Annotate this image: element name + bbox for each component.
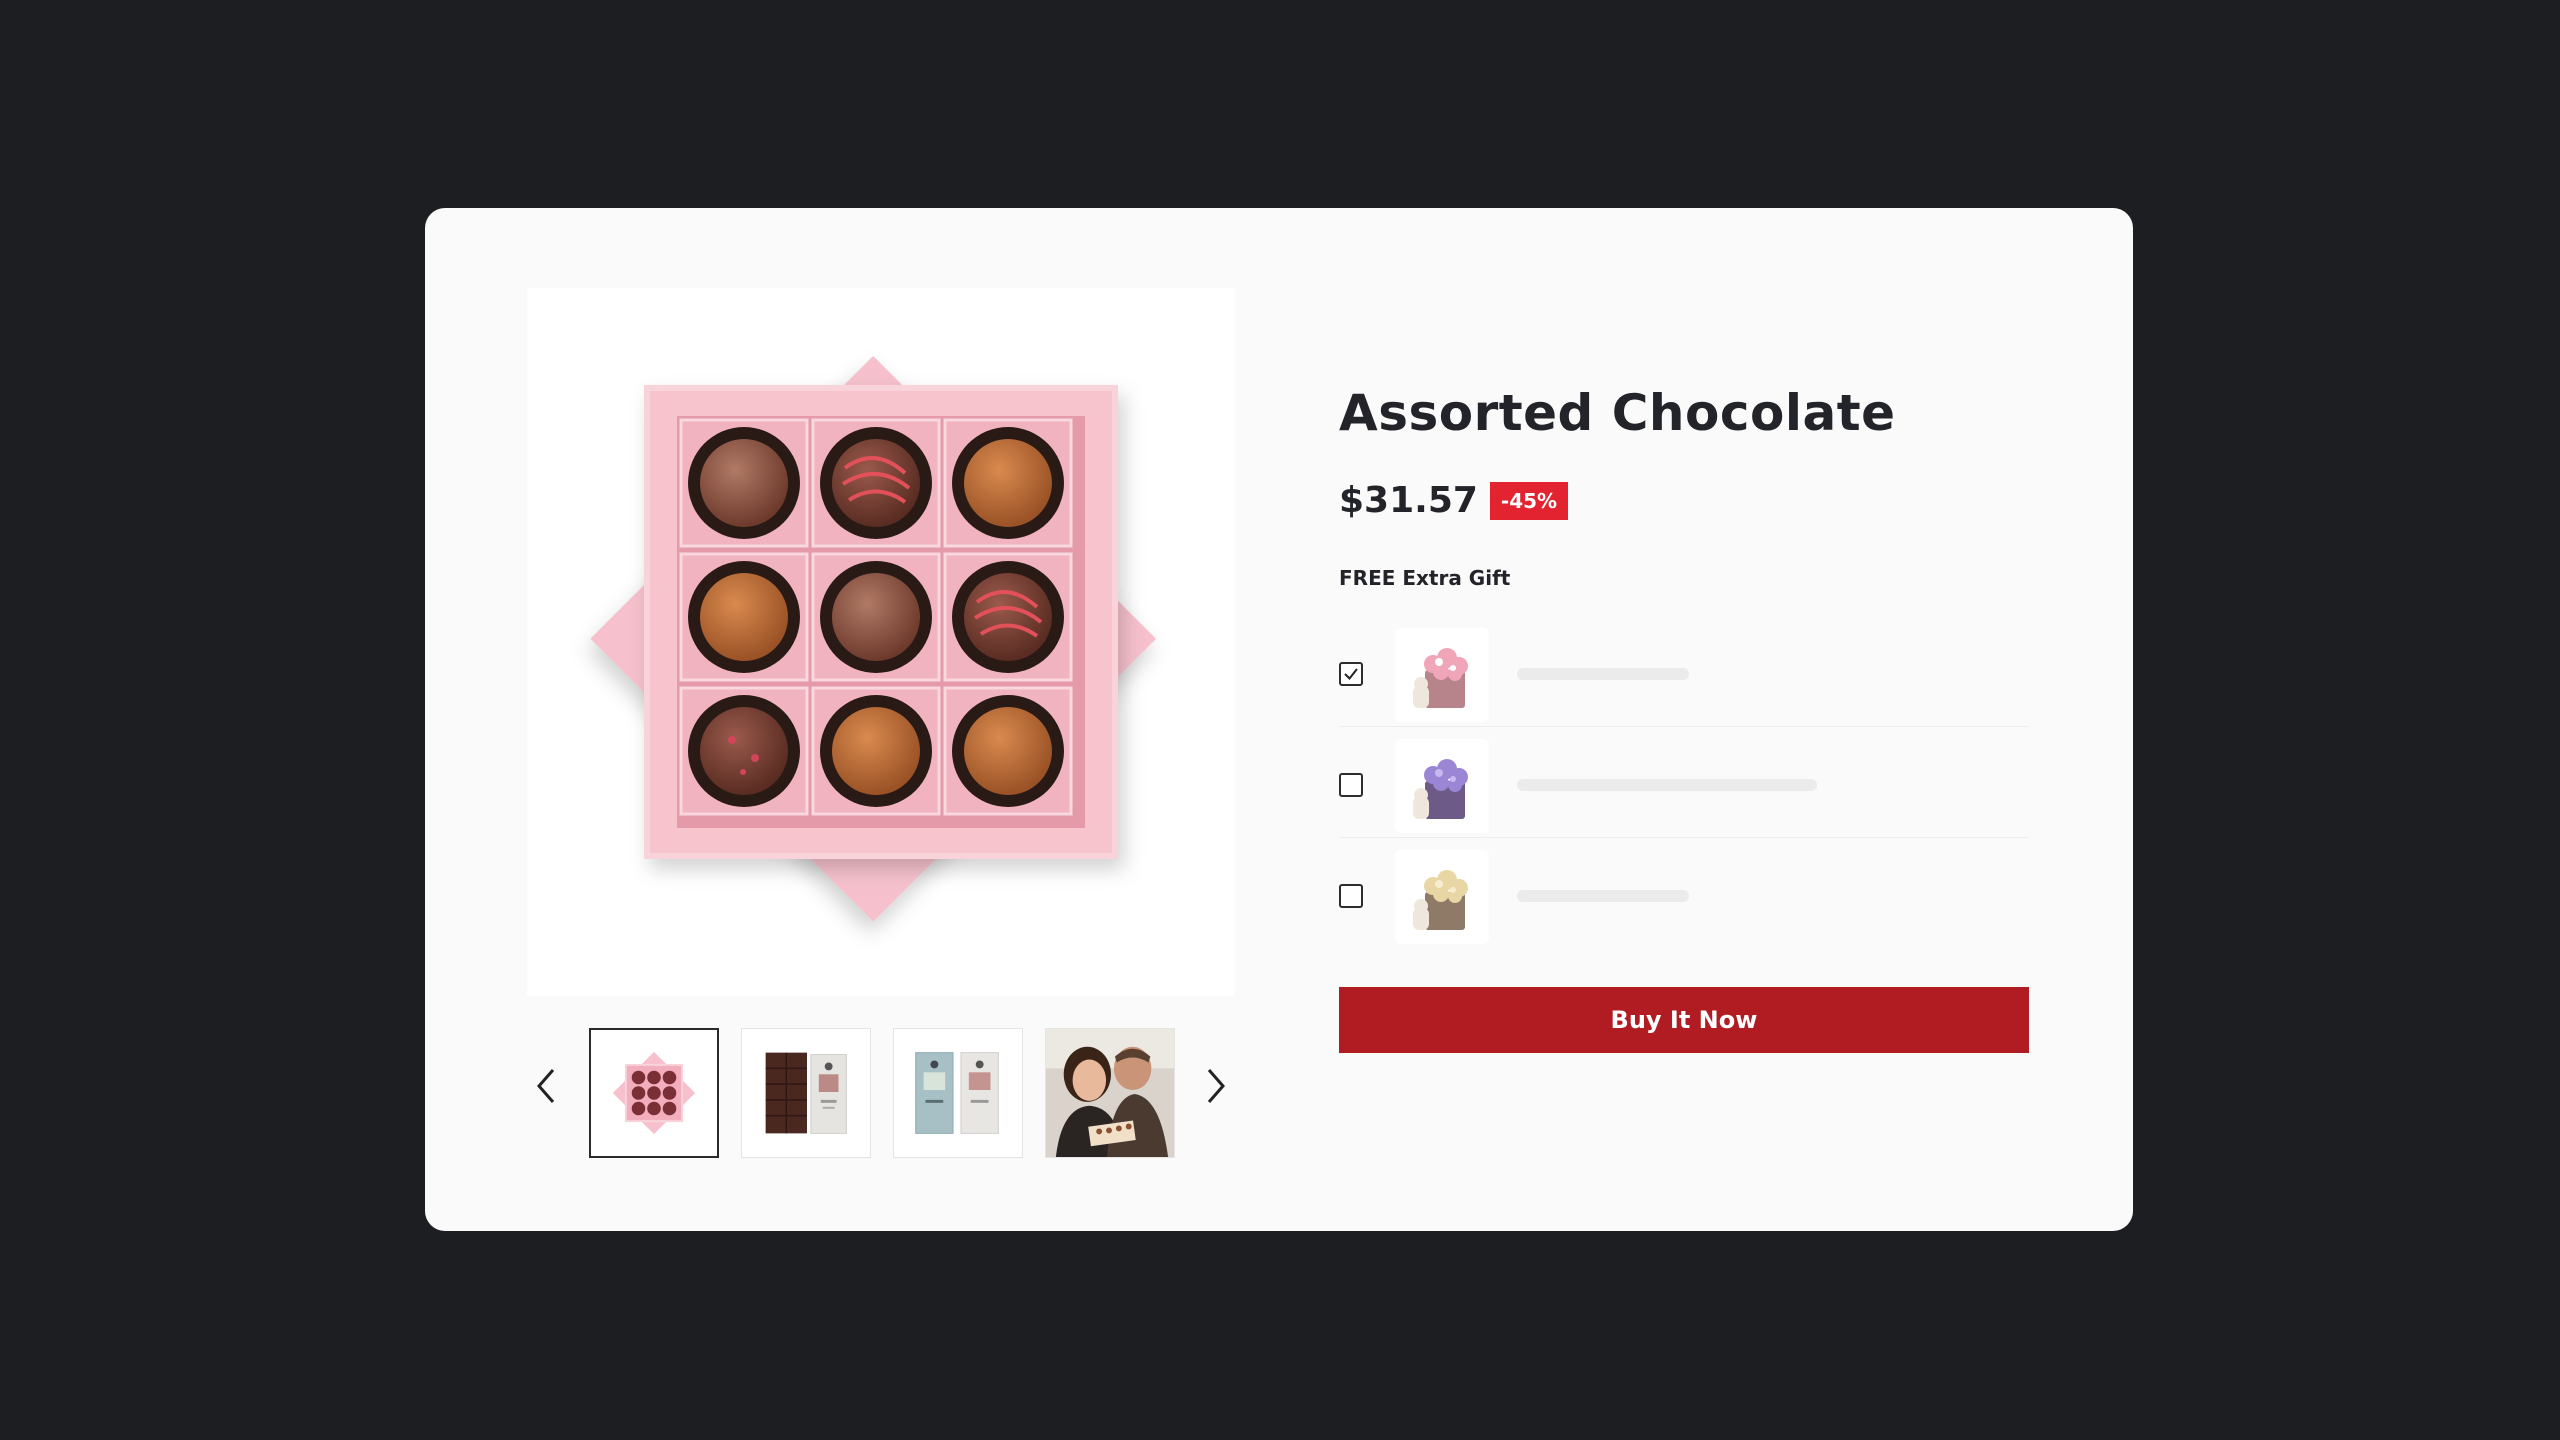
gift-option[interactable] [1339,616,2029,727]
gift-option[interactable] [1339,838,2029,949]
product-price: $31.57 [1339,480,1478,521]
gift-image [1395,739,1489,833]
gift-name-placeholder [1517,779,1817,791]
discount-badge: -45% [1489,481,1569,520]
cream-flower-box-image [1413,870,1468,930]
purple-flower-box-image [1413,759,1468,819]
dark-chocolate-bar-thumbnail [765,1052,847,1134]
thumbnail-couple-photo[interactable] [1045,1028,1175,1158]
chocolate-box-thumbnail [612,1051,696,1135]
gift-image [1395,628,1489,722]
thumbnail-chocolate-box[interactable] [589,1028,719,1158]
gift-options-list [1339,616,2029,949]
thumbnail-dark-chocolate-bar[interactable] [741,1028,871,1158]
gift-heading: FREE Extra Gift [1339,566,1511,590]
pink-chocolate-box-image [590,355,1157,922]
main-product-image [527,288,1235,996]
gift-checkbox-checked[interactable] [1339,662,1363,686]
chevron-left-icon[interactable] [527,1058,567,1114]
product-title: Assorted Chocolate [1339,384,1896,442]
chocolate-bar-packages-thumbnail [915,1052,999,1134]
product-card: Assorted Chocolate $31.57 -45% FREE Extr… [425,208,2133,1231]
gift-image [1395,850,1489,944]
chevron-right-icon[interactable] [1195,1058,1235,1114]
gift-checkbox[interactable] [1339,773,1363,797]
gift-option[interactable] [1339,727,2029,838]
gift-checkbox[interactable] [1339,884,1363,908]
couple-photo-thumbnail [1046,1029,1174,1157]
checkmark-icon [1344,668,1358,681]
buy-it-now-button[interactable]: Buy It Now [1339,987,2029,1053]
gift-name-placeholder [1517,890,1689,902]
thumbnail-chocolate-bar-packages[interactable] [893,1028,1023,1158]
gift-name-placeholder [1517,668,1689,680]
thumbnail-carousel [527,1018,1235,1168]
pink-flower-box-image [1413,648,1468,708]
price-row: $31.57 -45% [1339,480,1569,521]
